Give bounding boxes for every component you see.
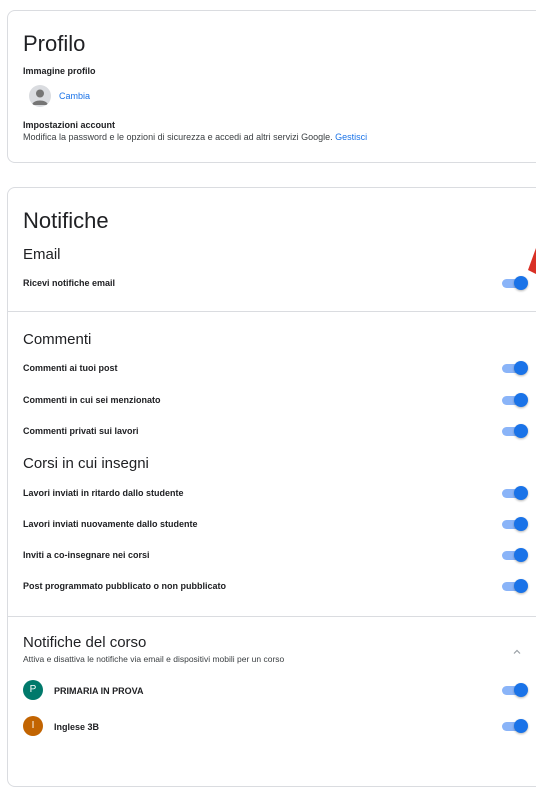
course-name: PRIMARIA IN PROVA xyxy=(54,686,144,696)
toggle-label-scheduled-post: Post programmato pubblicato o non pubbli… xyxy=(23,581,226,591)
comments-posts-toggle[interactable] xyxy=(502,361,528,375)
course-avatar: I xyxy=(23,716,43,736)
manage-account-link[interactable]: Gestisci xyxy=(335,132,367,142)
course-notifications-heading: Notifiche del corso xyxy=(23,634,147,651)
private-comments-toggle[interactable] xyxy=(502,424,528,438)
toggle-label-comments-mentions: Commenti in cui sei menzionato xyxy=(23,395,161,405)
course-inglese-toggle[interactable] xyxy=(502,719,528,733)
coteach-invites-toggle[interactable] xyxy=(502,548,528,562)
comments-section-heading: Commenti xyxy=(23,331,92,348)
late-work-toggle[interactable] xyxy=(502,486,528,500)
person-icon xyxy=(32,89,48,105)
course-avatar: P xyxy=(23,680,43,700)
profile-title: Profilo xyxy=(23,31,86,56)
resubmitted-work-toggle[interactable] xyxy=(502,517,528,531)
notifications-title: Notifiche xyxy=(23,208,109,233)
teaching-section-heading: Corsi in cui insegni xyxy=(23,455,149,472)
profile-image-label: Immagine profilo xyxy=(23,66,96,76)
toggle-label-comments-posts: Commenti ai tuoi post xyxy=(23,363,118,373)
course-notifications-subtitle: Attiva e disattiva le notifiche via emai… xyxy=(23,654,285,664)
course-primaria-toggle[interactable] xyxy=(502,683,528,697)
avatar[interactable] xyxy=(29,85,51,107)
toggle-label-private-comments: Commenti privati sui lavori xyxy=(23,426,139,436)
annotation-arrow-icon xyxy=(528,248,536,274)
change-photo-link[interactable]: Cambia xyxy=(59,91,90,101)
toggle-label-resubmitted-work: Lavori inviati nuovamente dallo studente xyxy=(23,519,198,529)
section-divider xyxy=(8,311,536,312)
chevron-up-icon[interactable] xyxy=(511,645,523,657)
profile-card: Profilo Immagine profilo Cambia Impostaz… xyxy=(7,10,536,163)
toggle-label-coteach-invites: Inviti a co-insegnare nei corsi xyxy=(23,550,150,560)
email-notifications-toggle[interactable] xyxy=(502,276,528,290)
email-section-heading: Email xyxy=(23,246,61,263)
scheduled-post-toggle[interactable] xyxy=(502,579,528,593)
comments-mentions-toggle[interactable] xyxy=(502,393,528,407)
account-desc-text: Modifica la password e le opzioni di sic… xyxy=(23,132,333,142)
account-settings-description: Modifica la password e le opzioni di sic… xyxy=(23,132,367,142)
section-divider xyxy=(8,616,536,617)
toggle-label-late-work: Lavori inviati in ritardo dallo studente xyxy=(23,488,184,498)
course-name: Inglese 3B xyxy=(54,722,100,732)
account-settings-label: Impostazioni account xyxy=(23,120,116,130)
notifications-card: Notifiche Email Ricevi notifiche email C… xyxy=(7,187,536,787)
toggle-label-email: Ricevi notifiche email xyxy=(23,278,116,288)
